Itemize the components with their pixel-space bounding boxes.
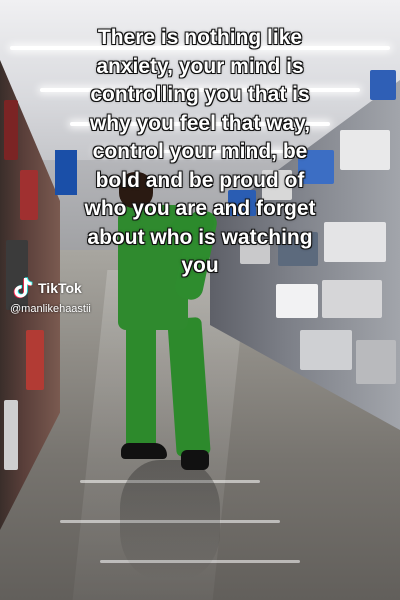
tiktok-watermark: TikTok	[12, 276, 82, 300]
tiktok-logo-icon	[13, 277, 33, 299]
shelf-product	[322, 280, 382, 318]
shelf-product	[26, 330, 44, 390]
creator-handle: @manlikehaastii	[10, 303, 91, 315]
person-right-shoe	[181, 450, 209, 470]
shelf-product	[356, 340, 396, 384]
caption-line: control your mind, be	[92, 140, 308, 163]
caption-line: anxiety, your mind is	[96, 54, 304, 78]
shelf-product	[4, 400, 18, 470]
caption-overlay: There is nothing like anxiety, your mind…	[0, 24, 400, 281]
person-left-leg	[126, 318, 156, 450]
caption-line: There is nothing like	[97, 26, 303, 49]
video-frame: There is nothing like anxiety, your mind…	[0, 0, 400, 600]
caption-line: why you feel that way,	[89, 111, 311, 135]
person-left-shoe	[121, 443, 167, 459]
caption-line: bold and be proud of	[95, 168, 305, 192]
shelf-product	[300, 330, 352, 370]
caption-line: about who is watching	[87, 225, 313, 249]
shelf-product	[276, 284, 318, 318]
caption-line: controlling you that is	[90, 83, 310, 106]
person-shadow	[120, 460, 220, 580]
tiktok-brand-label: TikTok	[38, 280, 82, 296]
caption-line: who you are and forget	[84, 197, 316, 220]
